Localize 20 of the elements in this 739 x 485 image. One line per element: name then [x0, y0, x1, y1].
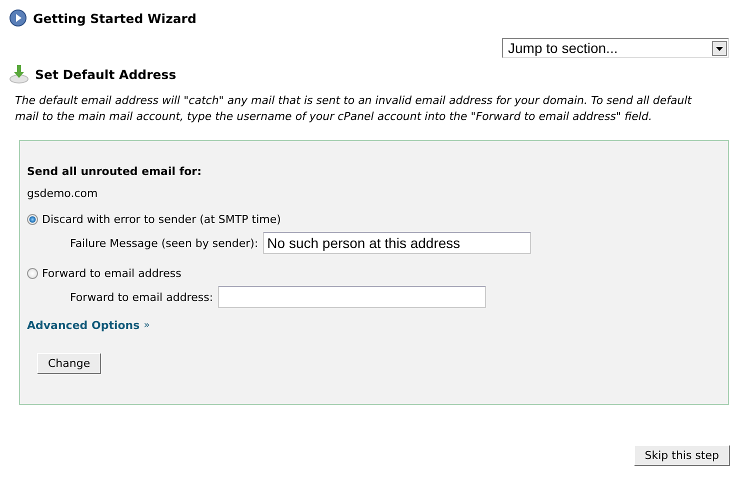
play-icon — [9, 9, 27, 27]
radio-button[interactable] — [27, 214, 38, 225]
wizard-title: Getting Started Wizard — [33, 10, 196, 26]
field-label: Failure Message (seen by sender): — [70, 236, 258, 250]
advanced-options-link[interactable]: Advanced Options — [27, 319, 140, 332]
input-field[interactable]: No such person at this address — [263, 232, 532, 254]
download-arrow-icon — [9, 64, 29, 84]
change-button[interactable]: Change — [37, 353, 102, 374]
chevron-text: » — [144, 320, 150, 331]
domain-text: gsdemo.com — [27, 187, 99, 200]
field-label: Forward to email address: — [70, 290, 214, 304]
option-label: Forward to email address — [42, 267, 182, 280]
input-field[interactable] — [218, 286, 486, 308]
skip-button[interactable]: Skip this step — [634, 445, 730, 466]
option-label: Discard with error to sender (at SMTP time) — [42, 213, 281, 226]
section-title: Set Default Address — [35, 66, 176, 82]
panel-heading: Send all unrouted email for: — [27, 165, 202, 178]
radio-button[interactable] — [27, 268, 38, 279]
jump-select[interactable]: Jump to section... — [502, 38, 729, 58]
description-text: The default email address will "catch" any mail that is sent to an invalid email address for your domain. To send all default mail to the main mail account, type the username of your cPanel account into the "Forward to email address" field. — [15, 93, 693, 125]
